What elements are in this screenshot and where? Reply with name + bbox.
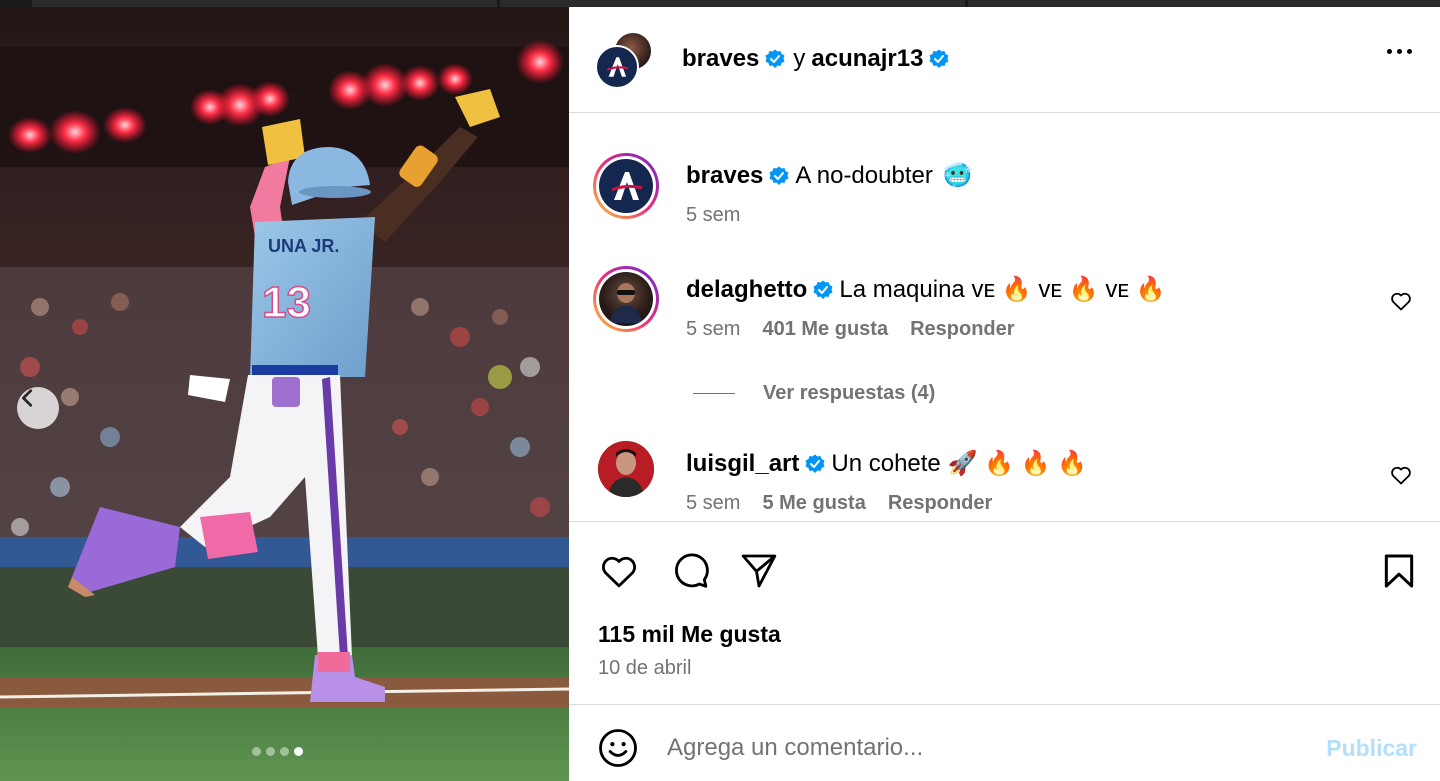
more-horizontal-icon: [1407, 49, 1412, 54]
comment-text: La maquina ᴠᴇ 🔥 ᴠᴇ 🔥 ᴠᴇ 🔥: [839, 276, 1166, 303]
verified-badge-icon: [813, 280, 833, 299]
person-avatar-icon: [598, 441, 654, 497]
person-avatar-icon: [610, 283, 642, 323]
svg-text:UNA JR.: UNA JR.: [268, 236, 339, 256]
top-strip-segment: [500, 0, 965, 7]
caption-time[interactable]: 5 sem: [686, 204, 740, 227]
comment-button[interactable]: [668, 549, 712, 593]
bookmark-icon: [1384, 554, 1414, 588]
carousel-prev-button[interactable]: [17, 387, 59, 429]
collab-avatars[interactable]: [595, 31, 655, 91]
comment-username[interactable]: delaghetto: [686, 275, 807, 305]
baseball-player-photo: 13 UNA JR.: [0, 7, 569, 781]
comment-time[interactable]: 5 sem: [686, 318, 740, 341]
cold-face-emoji: 🥶: [942, 162, 973, 189]
author-username[interactable]: braves: [682, 45, 759, 73]
carousel-dot-active: [294, 747, 303, 756]
chevron-left-icon: [22, 389, 33, 407]
post-details-panel: braves y acunajr13 braves A no-doubter 🥶…: [569, 7, 1440, 781]
save-button[interactable]: [1377, 549, 1421, 593]
add-comment-bar: Publicar: [569, 704, 1440, 781]
braves-logo-icon: [611, 172, 643, 200]
heart-icon[interactable]: [1389, 463, 1413, 487]
heart-icon: [602, 556, 636, 588]
comment-body: delaghetto La maquina ᴠᴇ 🔥 ᴠᴇ 🔥 ᴠᴇ 🔥 5 s…: [686, 275, 1386, 341]
publish-button[interactable]: Publicar: [1326, 735, 1417, 762]
reply-button[interactable]: Responder: [888, 492, 992, 515]
comment-time[interactable]: 5 sem: [686, 492, 740, 515]
author-username[interactable]: acunajr13: [811, 45, 923, 73]
post-photo: 13 UNA JR.: [0, 7, 569, 781]
braves-avatar-ring[interactable]: [593, 153, 659, 219]
verified-badge-icon: [769, 166, 789, 185]
heart-icon[interactable]: [1389, 289, 1413, 313]
verified-badge-icon: [929, 49, 949, 68]
verified-badge-icon: [805, 454, 825, 473]
luisgil-art-avatar[interactable]: [598, 441, 654, 497]
caption-text: A no-doubter: [795, 162, 933, 189]
carousel-dot: [252, 747, 261, 756]
verified-badge-icon: [765, 49, 785, 68]
comment-likes[interactable]: 401 Me gusta: [762, 318, 888, 341]
comment-username[interactable]: luisgil_art: [686, 449, 799, 479]
smiley-icon[interactable]: [597, 727, 639, 769]
top-strip: [0, 0, 1440, 7]
like-button[interactable]: [597, 549, 641, 593]
comment-input[interactable]: [667, 725, 1287, 771]
svg-text:13: 13: [262, 278, 311, 327]
view-replies-label: Ver respuestas (4): [763, 382, 936, 404]
comment-likes[interactable]: 5 Me gusta: [762, 492, 865, 515]
author-conjunction: y: [793, 45, 806, 72]
delaghetto-avatar[interactable]: [599, 272, 653, 326]
reply-button[interactable]: Responder: [910, 318, 1014, 341]
carousel-indicator: [252, 747, 303, 756]
divider-line: [693, 393, 735, 394]
carousel-dot: [280, 747, 289, 756]
share-button[interactable]: [737, 549, 781, 593]
post-date: 10 de abril: [598, 657, 692, 679]
braves-logo-icon: [606, 57, 629, 77]
more-horizontal-icon: [1387, 49, 1392, 54]
caption-body: braves A no-doubter 🥶 5 sem: [686, 161, 1386, 227]
share-icon: [741, 554, 777, 588]
top-strip-segment: [968, 0, 1440, 7]
braves-avatar[interactable]: [595, 45, 639, 89]
comment-icon: [675, 553, 709, 588]
post-actions: 115 mil Me gusta 10 de abril: [569, 521, 1440, 704]
comments-list[interactable]: braves A no-doubter 🥶 5 sem delaghetto L…: [569, 114, 1440, 522]
comment-text: Un cohete 🚀 🔥 🔥 🔥: [831, 450, 1087, 477]
view-replies-button[interactable]: Ver respuestas (4): [693, 382, 935, 405]
likes-count[interactable]: 115 mil Me gusta: [598, 621, 781, 648]
comment-body: luisgil_art Un cohete 🚀 🔥 🔥 🔥 5 sem 5 Me…: [686, 449, 1386, 515]
braves-avatar[interactable]: [599, 159, 653, 213]
comment-username[interactable]: braves: [686, 161, 763, 191]
post-header: braves y acunajr13: [569, 7, 1440, 113]
post-authors: braves y acunajr13: [682, 45, 955, 73]
top-strip-segment: [32, 0, 497, 7]
delaghetto-avatar-ring[interactable]: [593, 266, 659, 332]
more-options-button[interactable]: [1387, 49, 1412, 54]
carousel-dot: [266, 747, 275, 756]
more-horizontal-icon: [1397, 49, 1402, 54]
